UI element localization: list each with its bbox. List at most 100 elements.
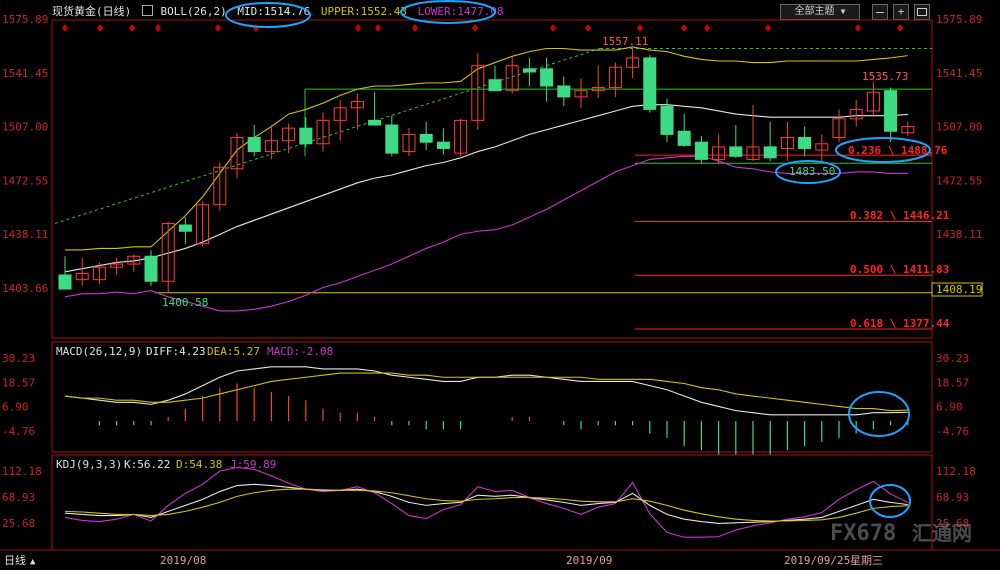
candle bbox=[299, 117, 313, 147]
event-marker-icon bbox=[253, 24, 259, 32]
period-label: 日线 bbox=[4, 553, 26, 567]
candle-body bbox=[643, 57, 657, 110]
kdj-d-line bbox=[64, 488, 908, 522]
candle bbox=[798, 126, 812, 157]
candle bbox=[694, 135, 708, 165]
price-tick-left: 1438.11 bbox=[2, 228, 48, 241]
candle bbox=[58, 256, 72, 290]
candle bbox=[591, 65, 605, 99]
candle bbox=[350, 93, 364, 130]
date-label-sep: 2019/09 bbox=[566, 554, 612, 567]
watermark-text-cn: 汇通网 bbox=[912, 521, 972, 545]
event-marker-icon bbox=[62, 24, 68, 32]
kdj-title: KDJ(9,3,3) bbox=[56, 458, 122, 471]
period-arrow-icon: ▲ bbox=[30, 557, 36, 567]
price-tick-left: 1403.66 bbox=[2, 282, 48, 295]
event-marker-icon bbox=[855, 24, 861, 32]
macd-tick-right: -4.76 bbox=[936, 425, 969, 438]
candle-body bbox=[368, 119, 382, 126]
price-tick-left: 1541.45 bbox=[2, 67, 48, 80]
event-marker-icon bbox=[215, 24, 221, 32]
candle bbox=[436, 128, 450, 155]
candle bbox=[75, 257, 89, 286]
candle-body bbox=[419, 133, 433, 143]
label-recent-high: 1535.73 bbox=[862, 70, 908, 83]
circle-macd bbox=[848, 391, 910, 437]
candle-body bbox=[694, 141, 708, 160]
weekday-label: 星期三 bbox=[850, 554, 883, 567]
event-marker-icon bbox=[550, 24, 556, 32]
macd-tick-left: 6.90 bbox=[2, 401, 29, 414]
price-tick-left: 1472.55 bbox=[2, 174, 48, 187]
macd-dea-line bbox=[64, 372, 908, 412]
watermark: FX678 汇通网 bbox=[830, 521, 972, 546]
candle-body bbox=[144, 255, 158, 282]
candle-body bbox=[299, 127, 313, 145]
macd-tick-right: 18.57 bbox=[936, 376, 969, 389]
date-label-aug: 2019/08 bbox=[160, 554, 206, 567]
price-tick-left: 1575.89 bbox=[2, 13, 48, 26]
macd-diff: DIFF:4.23 bbox=[146, 345, 206, 358]
candle bbox=[247, 125, 261, 157]
event-marker-icon bbox=[897, 24, 903, 32]
candle-body bbox=[436, 141, 450, 149]
candle bbox=[264, 125, 278, 160]
candle bbox=[213, 162, 227, 211]
boll-lower-line bbox=[64, 155, 908, 312]
kdj-tick-right: 68.93 bbox=[936, 491, 969, 504]
candle-body bbox=[58, 274, 72, 290]
event-marker-icon bbox=[681, 24, 687, 32]
event-marker-icon bbox=[637, 24, 643, 32]
candle bbox=[282, 123, 296, 154]
bottom-bar: 日线 ▲ 2019/08 2019/09 2019/09/25 星期三 bbox=[4, 553, 883, 567]
candle bbox=[316, 112, 330, 152]
candle bbox=[901, 121, 915, 136]
last-date-label: 2019/09/25 bbox=[784, 554, 850, 567]
candle-body bbox=[488, 79, 502, 92]
candle bbox=[849, 100, 863, 127]
annotations: 1557.11 1535.73 1400.58 1483.50 0.236 \ … bbox=[162, 35, 983, 330]
kdj-tick-left: 112.18 bbox=[2, 465, 42, 478]
candlestick-chart: 1575.89 1575.89 1541.45 1541.45 1507.00 1507.… bbox=[0, 0, 1000, 567]
candle bbox=[419, 121, 433, 151]
event-marker-icon bbox=[375, 24, 381, 32]
kdj-j-line bbox=[64, 466, 909, 538]
kdj-k: K:56.22 bbox=[124, 458, 170, 471]
kdj-tick-right: 112.18 bbox=[936, 465, 976, 478]
candle bbox=[144, 249, 158, 286]
event-markers bbox=[62, 24, 903, 32]
event-marker-icon bbox=[585, 24, 591, 32]
candle bbox=[333, 100, 347, 141]
candle bbox=[677, 114, 691, 147]
boll-mid-line bbox=[64, 104, 908, 273]
event-marker-icon bbox=[765, 24, 771, 32]
candle-body bbox=[522, 68, 536, 73]
candle bbox=[402, 128, 416, 157]
macd-title: MACD(26,12,9) bbox=[56, 345, 142, 358]
candle bbox=[127, 254, 141, 272]
candle bbox=[505, 56, 519, 94]
price-axis: 1575.89 1575.89 1541.45 1541.45 1507.00 1507.… bbox=[2, 13, 982, 295]
macd-tick-right: 30.23 bbox=[936, 352, 969, 365]
candle bbox=[454, 118, 468, 157]
candle bbox=[574, 78, 588, 108]
candle bbox=[866, 81, 880, 118]
candle bbox=[522, 57, 536, 86]
macd-panel: 30.23 30.23 18.57 18.57 6.90 6.90 -4.76 -4.76 bbox=[2, 352, 969, 455]
candle bbox=[385, 115, 399, 157]
event-marker-icon bbox=[704, 24, 710, 32]
candle bbox=[746, 104, 760, 161]
candle bbox=[540, 57, 554, 102]
candle bbox=[161, 221, 175, 293]
candle bbox=[729, 125, 743, 158]
candle bbox=[178, 217, 192, 244]
price-tick-left: 1507.00 bbox=[2, 121, 48, 134]
candle bbox=[643, 54, 657, 113]
kdj-header: KDJ(9,3,3) K:56.22 D:54.38 J:59.89 bbox=[56, 458, 276, 471]
candle bbox=[110, 257, 124, 275]
event-marker-icon bbox=[355, 24, 361, 32]
candle bbox=[488, 65, 502, 92]
macd-tick-left: -4.76 bbox=[2, 425, 35, 438]
candle-body bbox=[540, 68, 554, 87]
label-high: 1557.11 bbox=[602, 35, 648, 48]
